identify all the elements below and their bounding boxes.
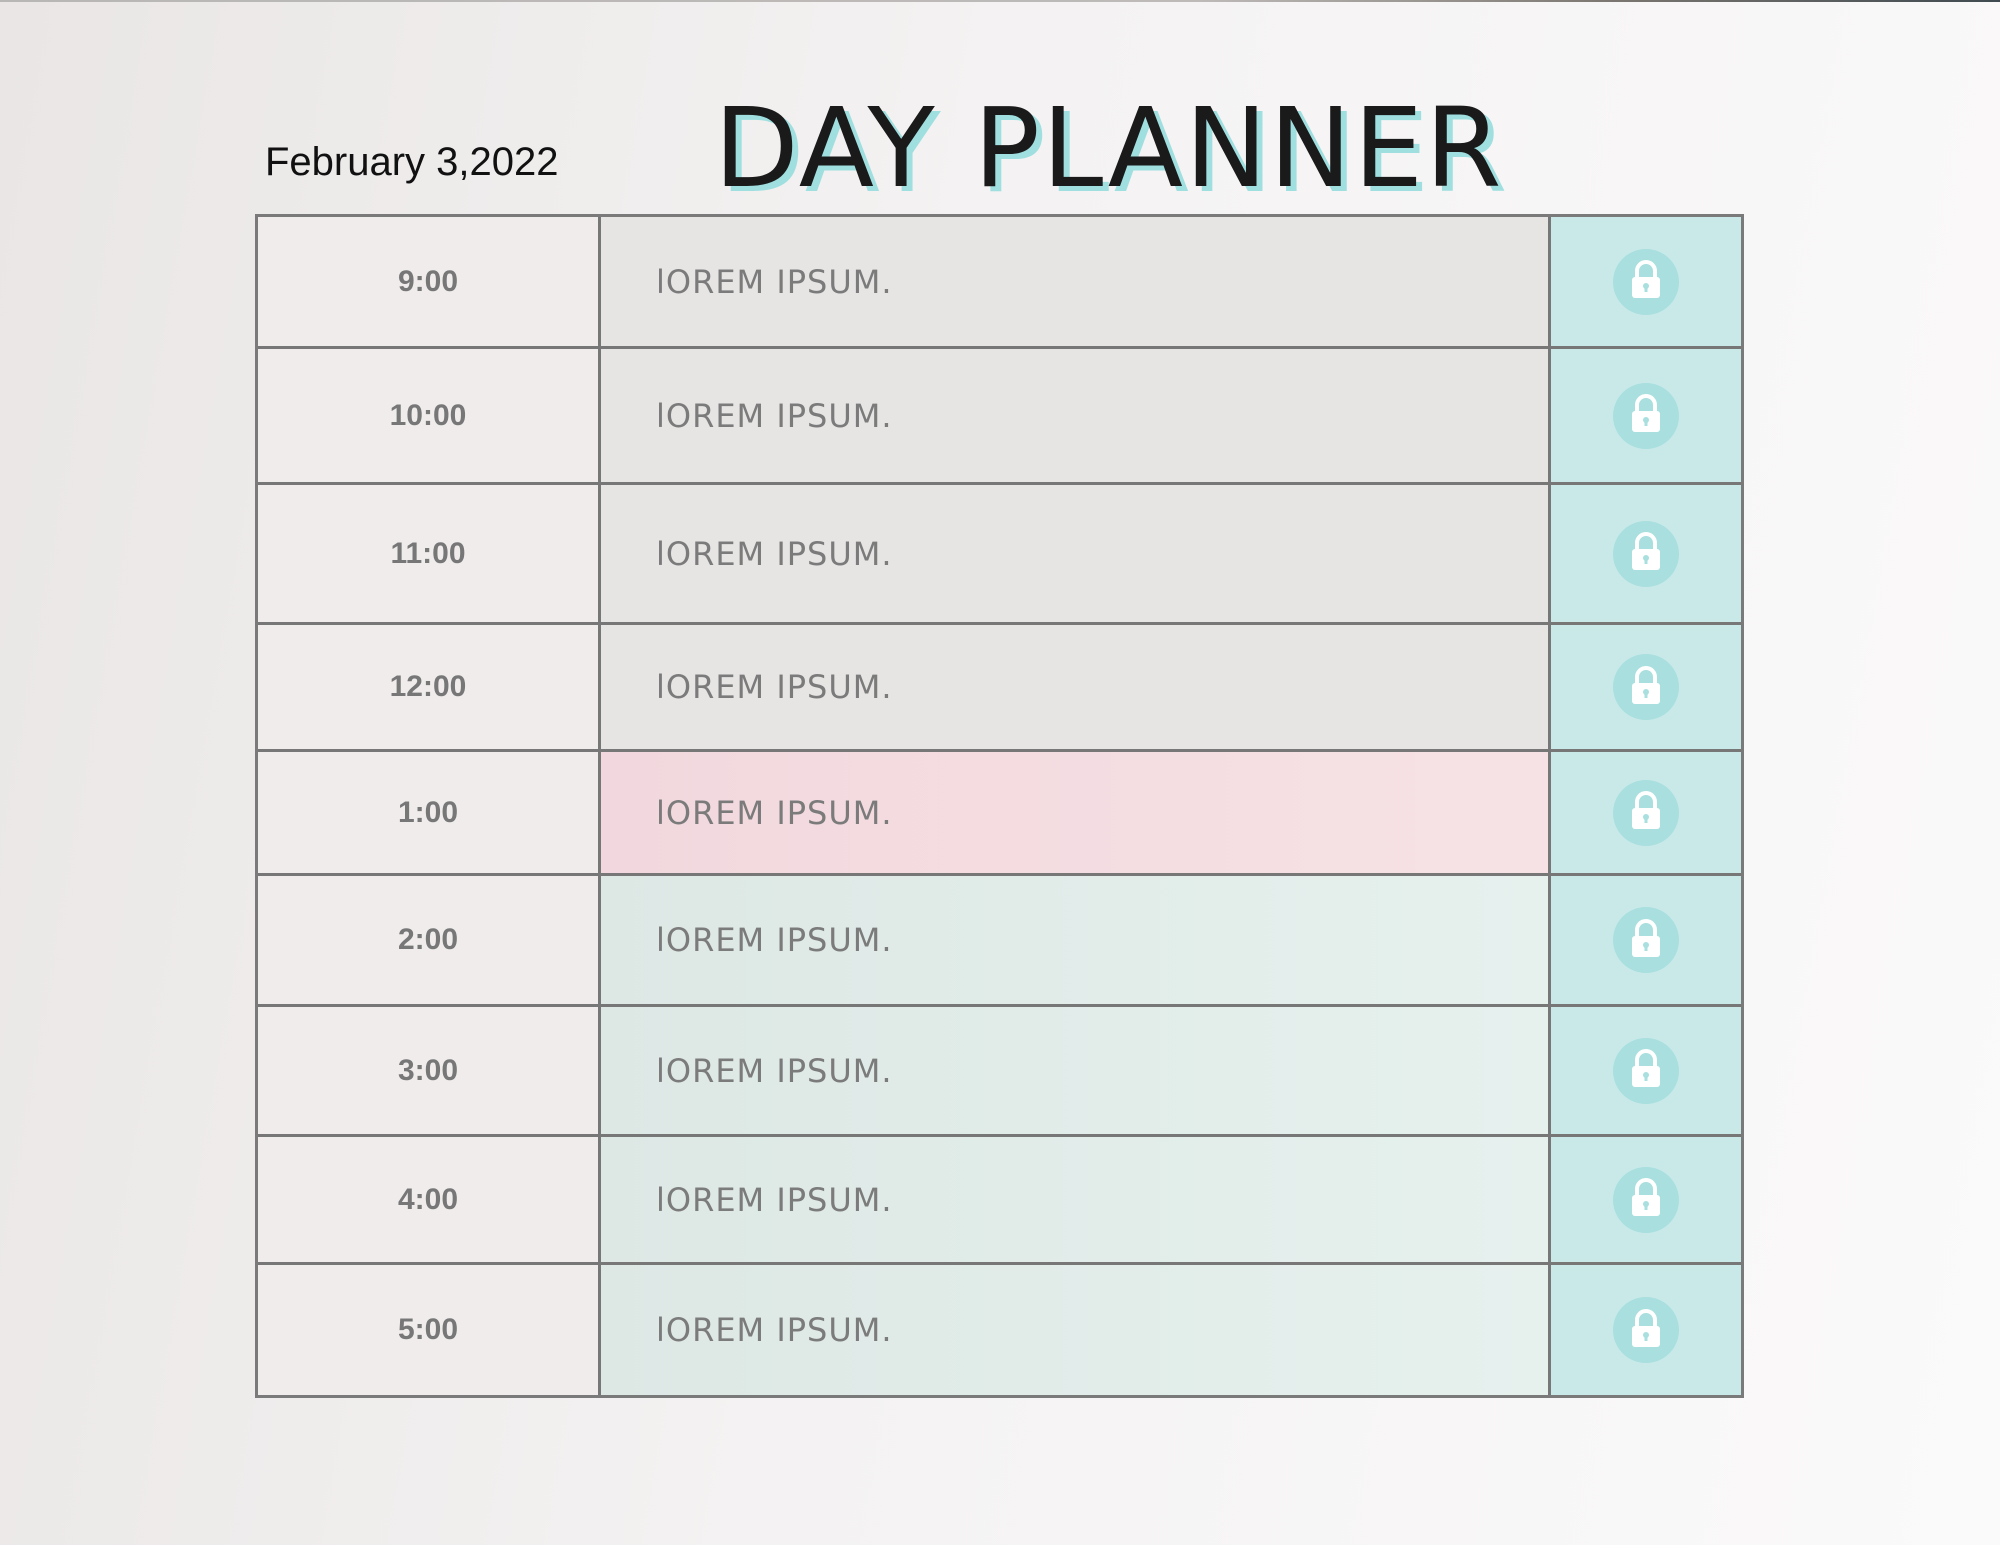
schedule-row-2: 11:00 lOREM IPSUM. <box>258 485 1741 625</box>
lock-icon <box>1627 1176 1665 1223</box>
time-label: 12:00 <box>258 625 601 749</box>
task-field[interactable]: lOREM IPSUM. <box>601 1007 1551 1134</box>
time-label: 5:00 <box>258 1265 601 1395</box>
lock-button[interactable] <box>1613 654 1679 720</box>
lock-button[interactable] <box>1613 907 1679 973</box>
task-field[interactable]: lOREM IPSUM. <box>601 625 1551 749</box>
lock-button[interactable] <box>1613 1166 1679 1233</box>
schedule-row-0: 9:00 lOREM IPSUM. <box>258 217 1741 349</box>
time-label: 10:00 <box>258 349 601 482</box>
lock-icon <box>1627 258 1665 305</box>
lock-button[interactable] <box>1613 779 1679 846</box>
task-field[interactable]: lOREM IPSUM. <box>601 349 1551 482</box>
lock-button[interactable] <box>1613 248 1679 315</box>
schedule-table: 9:00 lOREM IPSUM. 10:00 lOREM IPSUM. 11:… <box>255 214 1744 1398</box>
lock-button[interactable] <box>1613 1297 1679 1363</box>
time-label: 3:00 <box>258 1007 601 1134</box>
lock-icon <box>1627 1047 1665 1094</box>
lock-cell <box>1551 349 1741 482</box>
schedule-row-7: 4:00 lOREM IPSUM. <box>258 1137 1741 1265</box>
task-field[interactable]: lOREM IPSUM. <box>601 1137 1551 1262</box>
page-title: DAY PLANNER <box>714 84 1504 212</box>
lock-cell <box>1551 752 1741 873</box>
time-label: 2:00 <box>258 876 601 1004</box>
lock-button[interactable] <box>1613 520 1679 587</box>
task-field[interactable]: lOREM IPSUM. <box>601 752 1551 873</box>
lock-icon <box>1627 1307 1665 1354</box>
time-label: 11:00 <box>258 485 601 622</box>
lock-button[interactable] <box>1613 382 1679 449</box>
lock-icon <box>1627 530 1665 577</box>
lock-cell <box>1551 1137 1741 1262</box>
schedule-row-6: 3:00 lOREM IPSUM. <box>258 1007 1741 1137</box>
lock-icon <box>1627 664 1665 711</box>
top-divider-line <box>0 0 2000 2</box>
lock-cell <box>1551 485 1741 622</box>
time-label: 9:00 <box>258 217 601 346</box>
lock-cell <box>1551 217 1741 346</box>
schedule-row-5: 2:00 lOREM IPSUM. <box>258 876 1741 1007</box>
lock-cell <box>1551 1007 1741 1134</box>
lock-cell <box>1551 876 1741 1004</box>
task-field[interactable]: lOREM IPSUM. <box>601 485 1551 622</box>
lock-cell <box>1551 1265 1741 1395</box>
schedule-row-1: 10:00 lOREM IPSUM. <box>258 349 1741 485</box>
task-field[interactable]: lOREM IPSUM. <box>601 876 1551 1004</box>
planner-date: February 3,2022 <box>265 140 559 184</box>
lock-icon <box>1627 789 1665 836</box>
time-label: 4:00 <box>258 1137 601 1262</box>
schedule-row-4: 1:00 lOREM IPSUM. <box>258 752 1741 876</box>
task-field[interactable]: lOREM IPSUM. <box>601 217 1551 346</box>
lock-button[interactable] <box>1613 1037 1679 1104</box>
lock-cell <box>1551 625 1741 749</box>
time-label: 1:00 <box>258 752 601 873</box>
task-field[interactable]: lOREM IPSUM. <box>601 1265 1551 1395</box>
schedule-row-8: 5:00 lOREM IPSUM. <box>258 1265 1741 1395</box>
lock-icon <box>1627 917 1665 964</box>
lock-icon <box>1627 392 1665 439</box>
schedule-row-3: 12:00 lOREM IPSUM. <box>258 625 1741 752</box>
